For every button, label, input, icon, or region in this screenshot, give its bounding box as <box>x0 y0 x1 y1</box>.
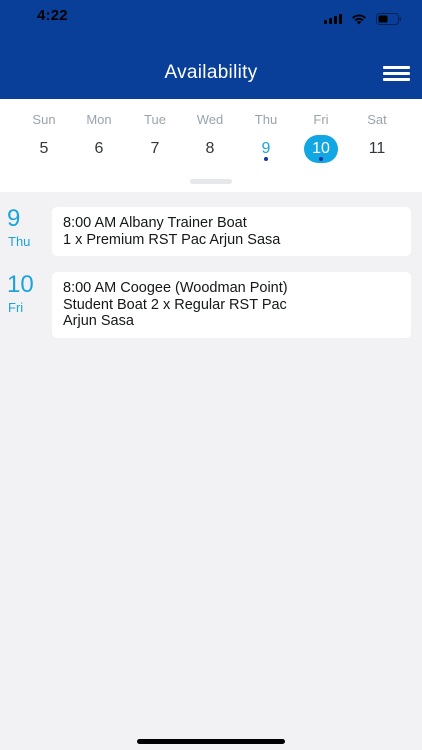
agenda-date-number: 9 <box>7 205 21 232</box>
event-indicator-dot <box>319 157 323 161</box>
app-header: 4:22 Availability <box>0 0 422 99</box>
day-number: 11 <box>368 140 386 157</box>
day-number-wrap: 11 <box>360 135 394 163</box>
page-title: Availability <box>164 62 258 83</box>
day-name: Mon <box>86 112 112 127</box>
day-tue[interactable]: Tue 7 <box>127 99 183 179</box>
event-line: Student Boat 2 x Regular RST Pac <box>63 296 287 313</box>
event-line: 8:00 AM Coogee (Woodman Point) <box>63 280 288 296</box>
day-number-wrap: 7 <box>138 135 172 163</box>
wifi-icon <box>351 13 367 25</box>
event-line: Arjun Sasa <box>63 313 134 329</box>
home-indicator[interactable] <box>137 739 285 744</box>
day-name: Tue <box>144 112 166 127</box>
drag-handle[interactable] <box>190 179 232 184</box>
day-number: 5 <box>39 140 49 157</box>
day-number: 7 <box>150 140 160 157</box>
status-icons <box>324 13 402 25</box>
agenda-date-day: Thu <box>8 234 31 249</box>
agenda-date-day: Fri <box>8 300 24 315</box>
day-thu[interactable]: Thu 9 <box>238 99 294 179</box>
day-name: Wed <box>196 112 224 127</box>
day-mon[interactable]: Mon 6 <box>71 99 127 179</box>
event-line: 1 x Premium RST Pac Arjun Sasa <box>63 231 281 248</box>
event-card[interactable]: 8:00 AM Albany Trainer Boat 1 x Premium R… <box>52 207 411 256</box>
day-number: 10 <box>312 140 330 157</box>
day-name: Sun <box>32 112 56 127</box>
day-number: 8 <box>205 140 215 157</box>
agenda-date-number: 10 <box>7 271 34 298</box>
day-name: Fri <box>313 112 329 127</box>
availability-screen: 4:22 Availability Sun 5 Mon 6 Tue 7 Wed … <box>0 0 422 750</box>
day-number-wrap: 6 <box>82 135 116 163</box>
day-number-wrap: 8 <box>193 135 227 163</box>
hamburger-menu-icon[interactable] <box>383 66 411 82</box>
day-fri[interactable]: Fri 10 <box>293 99 349 179</box>
day-name: Sat <box>367 112 387 127</box>
day-sat[interactable]: Sat 11 <box>349 99 405 179</box>
event-card[interactable]: 8:00 AM Coogee (Woodman Point) Student Bo… <box>52 272 411 338</box>
day-number: 9 <box>261 140 271 157</box>
day-name: Thu <box>254 112 278 127</box>
week-strip: Sun 5 Mon 6 Tue 7 Wed 8 Thu 9 Fri 10 Sat 11 <box>0 99 422 192</box>
day-wed[interactable]: Wed 8 <box>182 99 238 179</box>
status-time: 4:22 <box>37 7 68 24</box>
event-line: 8:00 AM Albany Trainer Boat <box>63 215 247 231</box>
cellular-signal-icon <box>324 14 342 24</box>
battery-icon <box>376 13 402 25</box>
day-sun[interactable]: Sun 5 <box>16 99 72 179</box>
event-indicator-dot <box>264 157 268 161</box>
day-number-wrap: 5 <box>27 135 61 163</box>
day-number: 6 <box>94 140 104 157</box>
